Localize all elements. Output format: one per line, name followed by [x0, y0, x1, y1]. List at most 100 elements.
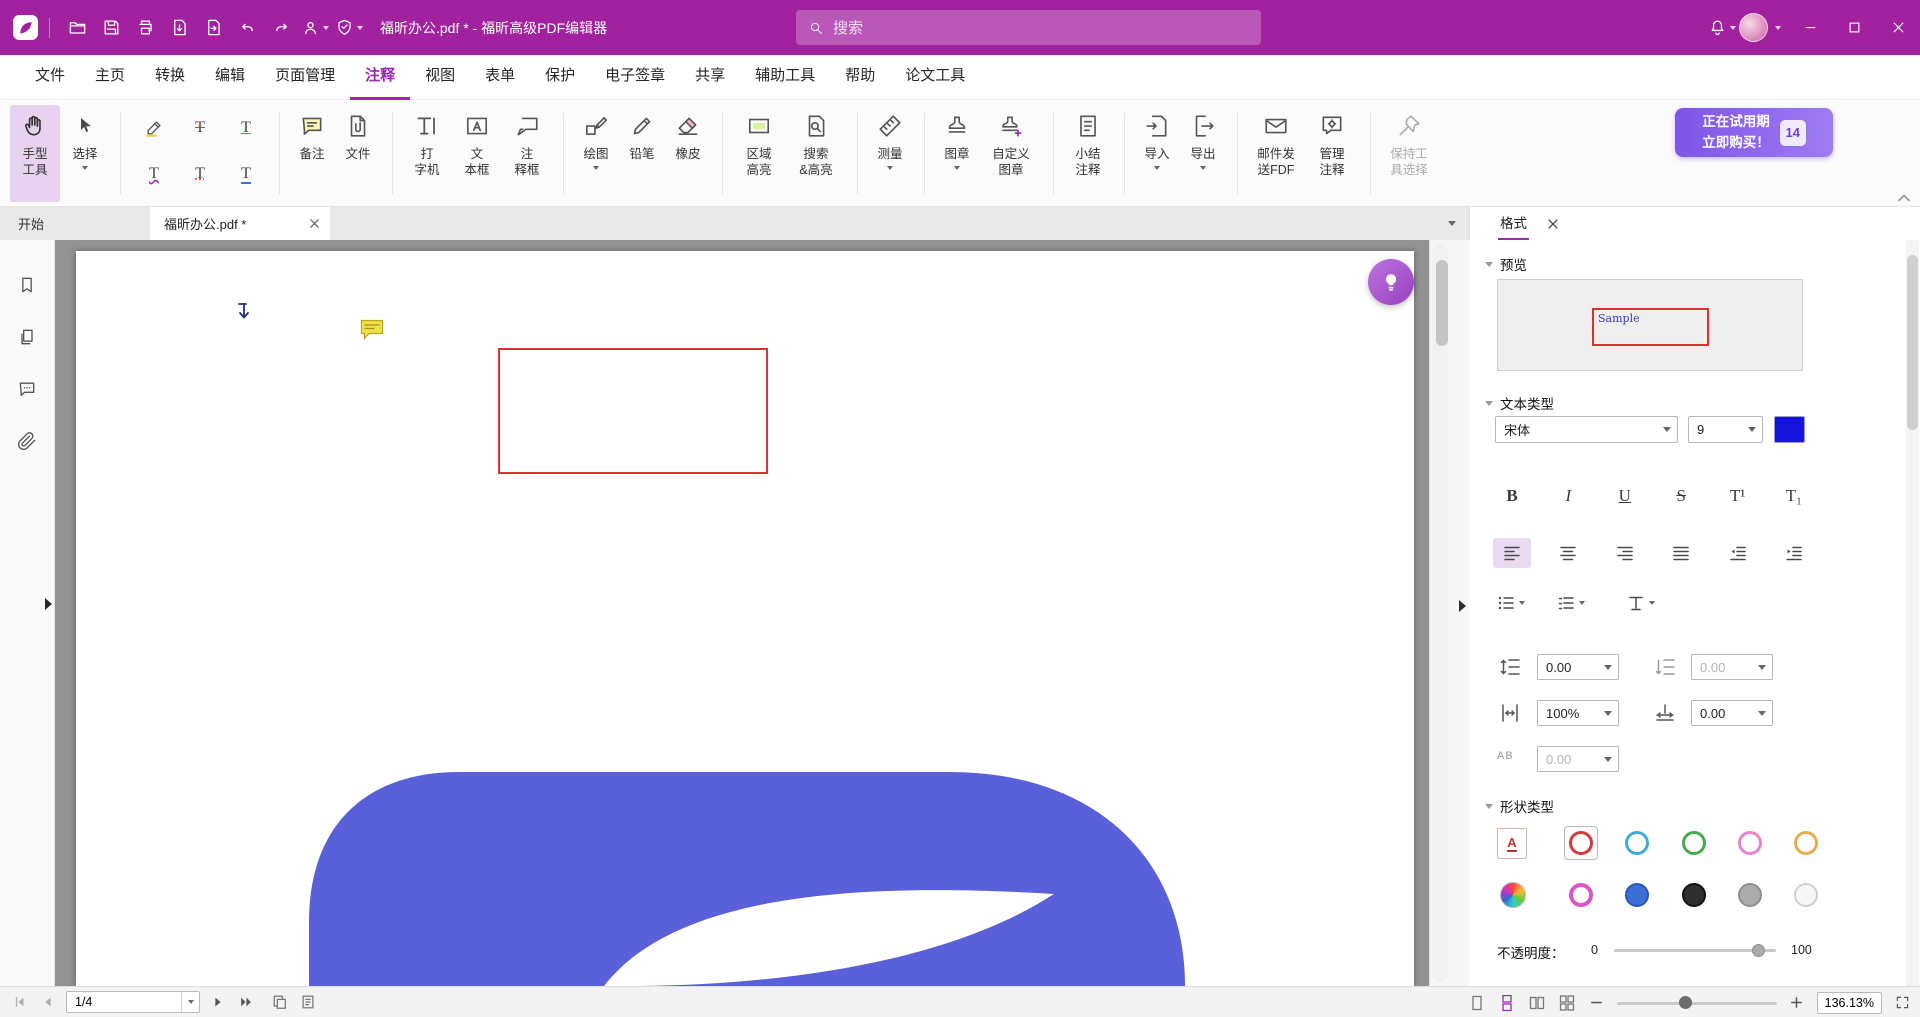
facing-continuous-view-button[interactable] — [1557, 993, 1577, 1013]
previous-page-button[interactable] — [38, 992, 58, 1012]
shape-color-pink[interactable] — [1733, 826, 1767, 860]
opacity-slider[interactable] — [1614, 949, 1776, 952]
minimize-button[interactable] — [1788, 0, 1832, 55]
bookmarks-panel-button[interactable] — [15, 274, 39, 296]
redo-button[interactable] — [264, 11, 298, 45]
menu-esign[interactable]: 电子签章 — [590, 55, 680, 100]
measure-button[interactable]: 测量 — [868, 105, 912, 202]
attachments-panel-button[interactable] — [15, 430, 39, 452]
pages-panel-button[interactable] — [15, 326, 39, 348]
menu-share[interactable]: 共享 — [680, 55, 740, 100]
align-center-button[interactable] — [1549, 538, 1587, 568]
custom-color-picker[interactable] — [1496, 878, 1530, 912]
eraser-button[interactable]: 橡皮 — [666, 105, 710, 202]
bold-button[interactable]: B — [1493, 480, 1531, 510]
page-select-dropdown[interactable] — [181, 992, 199, 1012]
undo-button[interactable] — [230, 11, 264, 45]
strikeout-text-button[interactable]: T — [195, 119, 205, 137]
strikethrough-button[interactable]: S — [1662, 480, 1700, 510]
font-size-select[interactable]: 9 — [1688, 416, 1763, 443]
vertical-scrollbar-thumb[interactable] — [1436, 260, 1448, 346]
search-input[interactable]: 搜索 — [796, 10, 1261, 45]
menu-accessibility[interactable]: 辅助工具 — [740, 55, 830, 100]
zoom-in-button[interactable] — [1787, 993, 1807, 1013]
format-panel-close-icon[interactable] — [1547, 218, 1559, 230]
menu-home[interactable]: 主页 — [80, 55, 140, 100]
keep-tool-selected-button[interactable]: 保持工 具选择 — [1381, 105, 1437, 202]
page-number-select[interactable]: 1/4 — [66, 991, 200, 1013]
shape-color-orange[interactable] — [1789, 826, 1823, 860]
hand-tool-button[interactable]: 手型 工具 — [10, 105, 60, 202]
export-pdf-button[interactable] — [162, 11, 196, 45]
export-comments-button[interactable]: 导出 — [1181, 105, 1225, 202]
maximize-button[interactable] — [1832, 0, 1876, 55]
menu-edit[interactable]: 编辑 — [200, 55, 260, 100]
menu-protect[interactable]: 保护 — [530, 55, 590, 100]
ribbon-collapse-button[interactable] — [1898, 194, 1910, 202]
email-fdf-button[interactable]: 邮件发 送FDF — [1248, 105, 1304, 202]
avatar-menu-button[interactable] — [1768, 11, 1788, 45]
facing-view-button[interactable] — [1527, 993, 1547, 1013]
notifications-button[interactable] — [1705, 11, 1739, 45]
typewriter-button[interactable]: 打 字机 — [403, 105, 451, 202]
pdf-page[interactable] — [76, 251, 1414, 986]
decrease-indent-button[interactable] — [1719, 538, 1757, 568]
clipboard-button[interactable] — [298, 992, 318, 1012]
assistant-lightbulb-button[interactable] — [1368, 259, 1414, 305]
manage-comments-button[interactable]: 管理 注释 — [1306, 105, 1358, 202]
menu-help[interactable]: 帮助 — [830, 55, 890, 100]
bullet-list-button[interactable] — [1497, 588, 1525, 618]
attach-file-button[interactable]: 文件 — [336, 105, 380, 202]
underline-text-button[interactable]: T — [241, 119, 251, 137]
shape-color-magenta[interactable] — [1564, 878, 1598, 912]
squiggly-underline-button[interactable]: T — [149, 165, 159, 183]
align-left-button[interactable] — [1493, 538, 1531, 568]
panel-scrollbar-track[interactable] — [1906, 240, 1919, 986]
pencil-button[interactable]: 铅笔 — [620, 105, 664, 202]
zoom-slider[interactable] — [1617, 996, 1777, 1010]
align-right-button[interactable] — [1606, 538, 1644, 568]
document-canvas[interactable] — [55, 240, 1429, 986]
insert-text-button[interactable]: T — [241, 165, 251, 183]
menu-file[interactable]: 文件 — [20, 55, 80, 100]
rectangle-annotation[interactable] — [498, 348, 768, 474]
first-page-button[interactable] — [10, 992, 30, 1012]
close-button[interactable] — [1876, 0, 1920, 55]
font-color-swatch[interactable] — [1774, 416, 1805, 443]
summary-comments-button[interactable]: 小结 注释 — [1064, 105, 1112, 202]
shape-type-section-header[interactable]: 形状类型 — [1485, 796, 1554, 816]
shape-color-red-selected[interactable] — [1564, 826, 1598, 860]
drawing-button[interactable]: 绘图 — [574, 105, 618, 202]
snapshot-button[interactable] — [270, 992, 290, 1012]
menu-form[interactable]: 表单 — [470, 55, 530, 100]
sticky-note-annotation[interactable] — [360, 319, 384, 341]
fullscreen-button[interactable] — [1892, 993, 1912, 1013]
comments-panel-button[interactable] — [15, 378, 39, 400]
import-comments-button[interactable]: 导入 — [1135, 105, 1179, 202]
trial-purchase-banner[interactable]: 正在试用期 立即购买！ 14 — [1675, 108, 1833, 157]
character-spacing-select[interactable]: 0.00 — [1691, 700, 1773, 726]
tab-list-dropdown[interactable] — [1435, 207, 1469, 241]
text-direction-button[interactable] — [1627, 588, 1655, 618]
increase-indent-button[interactable] — [1775, 538, 1813, 568]
shape-color-green[interactable] — [1677, 826, 1711, 860]
panel-scrollbar-thumb[interactable] — [1907, 255, 1918, 430]
continuous-view-button[interactable] — [1497, 993, 1517, 1013]
italic-button[interactable]: I — [1549, 480, 1587, 510]
text-type-section-header[interactable]: 文本类型 — [1485, 393, 1554, 413]
textbox-button[interactable]: 文 本框 — [453, 105, 501, 202]
shape-color-blue[interactable] — [1620, 878, 1654, 912]
menu-view[interactable]: 视图 — [410, 55, 470, 100]
text-style-shape-button[interactable]: A — [1497, 828, 1527, 859]
last-page-button[interactable] — [236, 992, 256, 1012]
subscript-button[interactable]: T₁ — [1775, 480, 1813, 510]
highlight-text-button[interactable] — [144, 118, 164, 138]
shape-color-cyan[interactable] — [1620, 826, 1654, 860]
callout-button[interactable]: 注 释框 — [503, 105, 551, 202]
character-scale-select[interactable]: 100% — [1537, 700, 1619, 726]
underline-button[interactable]: U — [1606, 480, 1644, 510]
custom-stamp-button[interactable]: 自定义 图章 — [981, 105, 1041, 202]
tab-start[interactable]: 开始 — [0, 207, 150, 241]
kerning-select[interactable]: 0.00 — [1537, 746, 1619, 772]
single-page-view-button[interactable] — [1467, 993, 1487, 1013]
